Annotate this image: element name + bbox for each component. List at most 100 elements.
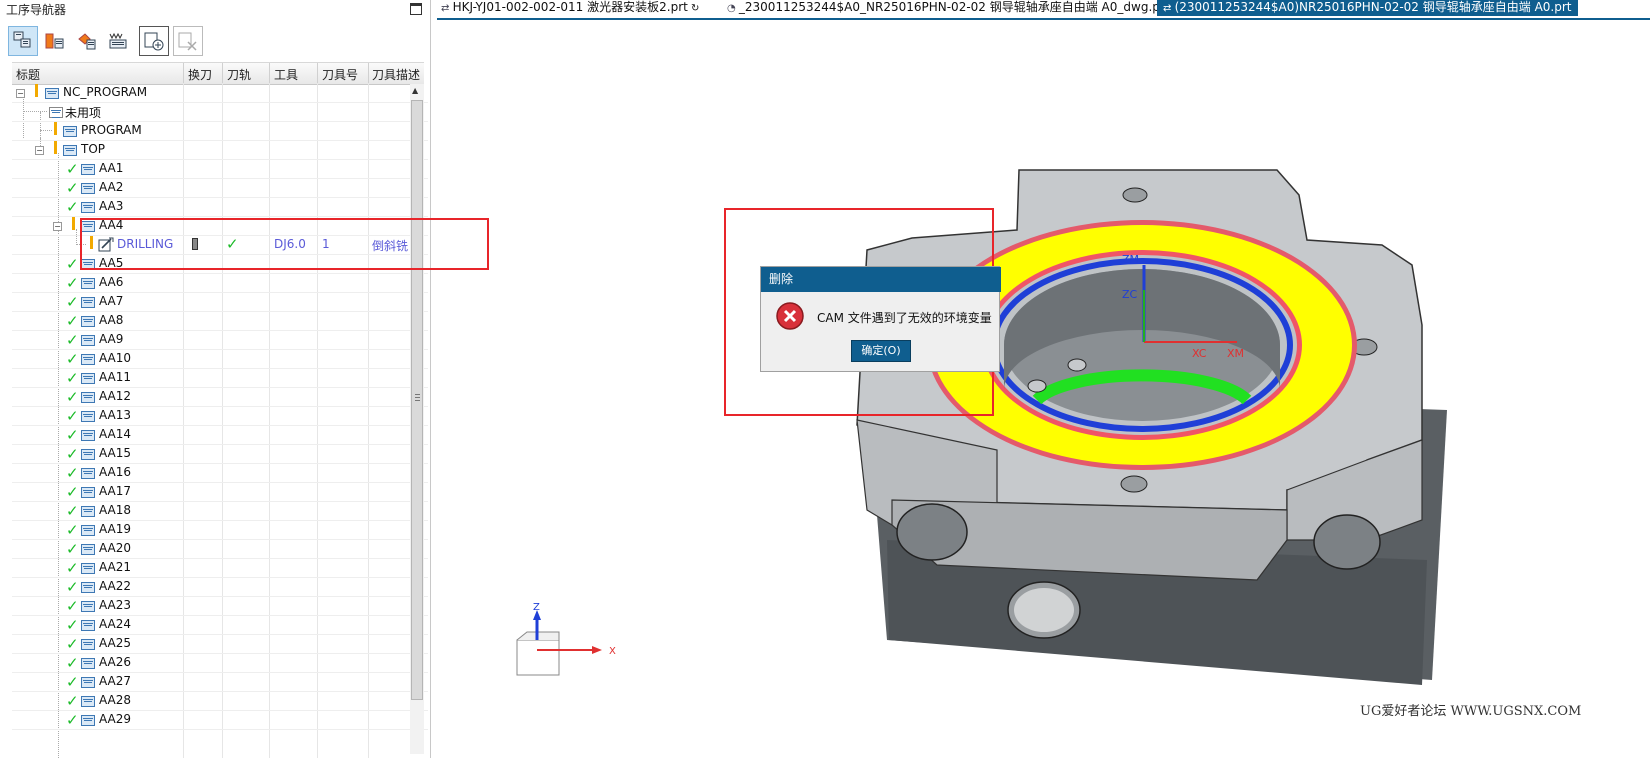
tree-row-aa13[interactable]: ✓ AA13 <box>12 406 428 426</box>
tree-row-aa14[interactable]: ✓ AA14 <box>12 425 428 445</box>
program-folder-icon <box>81 563 95 574</box>
program-folder-icon <box>81 430 95 441</box>
column-toolpath[interactable]: 刀轨 <box>227 66 251 83</box>
tree-row-aa27[interactable]: ✓ AA27 <box>12 672 428 692</box>
tree-row-aa21[interactable]: ✓ AA21 <box>12 558 428 578</box>
tree-row-aa17[interactable]: ✓ AA17 <box>12 482 428 502</box>
error-icon <box>775 301 805 331</box>
navigator-scrollbar-thumb[interactable] <box>411 100 423 700</box>
row-label: AA3 <box>99 199 124 213</box>
row-label: AA1 <box>99 161 124 175</box>
tree-row-aa10[interactable]: ✓ AA10 <box>12 349 428 369</box>
column-tool-description[interactable]: 刀具描述 <box>372 66 420 83</box>
program-folder-icon <box>45 88 59 99</box>
complete-check-icon: ✓ <box>66 350 79 368</box>
tree-row-aa3[interactable]: ✓ AA3 <box>12 197 428 217</box>
warning-status-icon <box>54 122 57 135</box>
tree-row-aa20[interactable]: ✓ AA20 <box>12 539 428 559</box>
tree-row-aa7[interactable]: ✓ AA7 <box>12 292 428 312</box>
program-folder-icon <box>81 525 95 536</box>
complete-check-icon: ✓ <box>66 179 79 197</box>
program-folder-icon <box>81 639 95 650</box>
row-label: AA25 <box>99 636 132 650</box>
complete-check-icon: ✓ <box>66 654 79 672</box>
tree-row-aa22[interactable]: ✓ AA22 <box>12 577 428 597</box>
row-label: AA14 <box>99 427 132 441</box>
row-label: PROGRAM <box>81 123 142 137</box>
row-label: AA9 <box>99 332 124 346</box>
row-label: AA29 <box>99 712 132 726</box>
operation-navigator-panel: 工序导航器 标题 换刀 刀轨 工具 刀具号 刀具描述 − NC_PROGRAM … <box>0 0 431 758</box>
tree-row-aa9[interactable]: ✓ AA9 <box>12 330 428 350</box>
tree-row-aa11[interactable]: ✓ AA11 <box>12 368 428 388</box>
scroll-up-arrow-icon[interactable]: ▲ <box>412 86 418 95</box>
warning-status-icon <box>35 84 38 97</box>
tree-row-aa2[interactable]: ✓ AA2 <box>12 178 428 198</box>
complete-check-icon: ✓ <box>66 198 79 216</box>
column-title[interactable]: 标题 <box>16 66 40 83</box>
operation-tree: − NC_PROGRAM 未用项 PROGRAM − TOP ✓ AA1 ✓ A… <box>12 83 428 758</box>
tree-row-aa12[interactable]: ✓ AA12 <box>12 387 428 407</box>
tab-laser-mount-plate[interactable]: ⇄ HKJ-YJ01-002-002-011 激光器安装板2.prt ↻ <box>441 0 699 16</box>
tree-row-aa25[interactable]: ✓ AA25 <box>12 634 428 654</box>
dialog-message: CAM 文件遇到了无效的环境变量 <box>817 311 992 325</box>
tree-row-program[interactable]: PROGRAM <box>12 121 428 141</box>
tree-row-unused-items[interactable]: 未用项 <box>12 102 428 122</box>
complete-check-icon: ✓ <box>66 483 79 501</box>
tree-row-nc-program[interactable]: − NC_PROGRAM <box>12 83 428 103</box>
program-folder-icon <box>81 620 95 631</box>
complete-check-icon: ✓ <box>66 635 79 653</box>
program-folder-icon <box>81 316 95 327</box>
row-label: AA17 <box>99 484 132 498</box>
program-folder-icon <box>81 506 95 517</box>
program-order-view-icon[interactable] <box>8 26 38 56</box>
program-folder-icon <box>81 183 95 194</box>
warning-status-icon <box>54 141 57 154</box>
tree-row-aa15[interactable]: ✓ AA15 <box>12 444 428 464</box>
error-dialog: 删除 CAM 文件遇到了无效的环境变量 确定(O) <box>760 266 1001 372</box>
tree-row-aa26[interactable]: ✓ AA26 <box>12 653 428 673</box>
complete-check-icon: ✓ <box>66 464 79 482</box>
maximize-panel-icon[interactable] <box>410 3 422 15</box>
tab-bearing-seat-dwg[interactable]: ◔ _230011253244$A0_NR25016PHN-02-02 钢导辊轴… <box>727 0 1170 16</box>
triad-label-z: Z <box>533 602 540 613</box>
dialog-title: 删除 <box>761 267 1001 292</box>
tree-row-aa23[interactable]: ✓ AA23 <box>12 596 428 616</box>
tree-row-aa1[interactable]: ✓ AA1 <box>12 159 428 179</box>
complete-check-icon: ✓ <box>66 445 79 463</box>
tree-row-aa28[interactable]: ✓ AA28 <box>12 691 428 711</box>
row-label: AA12 <box>99 389 132 403</box>
machine-tool-view-icon[interactable] <box>40 26 70 56</box>
tree-row-aa16[interactable]: ✓ AA16 <box>12 463 428 483</box>
program-folder-icon <box>63 126 77 137</box>
machining-method-view-icon[interactable] <box>104 26 134 56</box>
tree-row-aa29[interactable]: ✓ AA29 <box>12 710 428 730</box>
tab-bearing-seat-part[interactable]: ⇄ (230011253244$A0)NR25016PHN-02-02 钢导辊轴… <box>1157 0 1578 16</box>
program-folder-icon <box>81 468 95 479</box>
row-label: NC_PROGRAM <box>63 85 148 99</box>
program-folder-icon <box>81 278 95 289</box>
tree-row-aa24[interactable]: ✓ AA24 <box>12 615 428 635</box>
program-folder-icon <box>81 449 95 460</box>
tree-row-aa8[interactable]: ✓ AA8 <box>12 311 428 331</box>
tree-row-top[interactable]: − TOP <box>12 140 428 160</box>
column-tool-change[interactable]: 换刀 <box>188 66 212 83</box>
create-operation-icon[interactable] <box>139 26 169 56</box>
row-label: AA8 <box>99 313 124 327</box>
row-label: AA23 <box>99 598 132 612</box>
delete-operation-icon[interactable] <box>173 26 203 56</box>
program-folder-icon <box>81 373 95 384</box>
geometry-view-icon[interactable] <box>72 26 102 56</box>
program-folder-icon <box>81 335 95 346</box>
ok-button[interactable]: 确定(O) <box>851 340 911 362</box>
tree-row-aa19[interactable]: ✓ AA19 <box>12 520 428 540</box>
row-label: 未用项 <box>65 106 102 120</box>
column-tool-number[interactable]: 刀具号 <box>322 66 358 83</box>
tree-row-aa6[interactable]: ✓ AA6 <box>12 273 428 293</box>
modified-icon: ↻ <box>687 3 700 14</box>
tree-row-aa18[interactable]: ✓ AA18 <box>12 501 428 521</box>
complete-check-icon: ✓ <box>66 312 79 330</box>
triad-label-x: X <box>609 646 616 657</box>
column-tool[interactable]: 工具 <box>274 66 298 83</box>
row-label: AA20 <box>99 541 132 555</box>
